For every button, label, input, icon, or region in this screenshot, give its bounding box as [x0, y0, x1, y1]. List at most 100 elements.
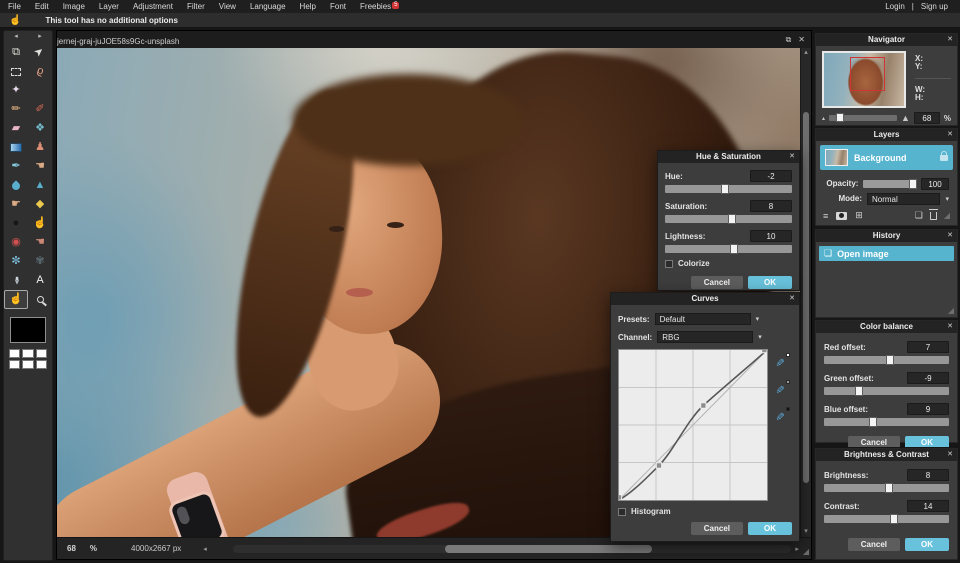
close-icon[interactable]: ✕ — [947, 34, 953, 46]
lightness-slider[interactable] — [665, 245, 792, 253]
hand-tool[interactable]: ☝ — [4, 290, 28, 309]
navigator-thumbnail[interactable] — [822, 51, 906, 108]
ok-button[interactable]: OK — [905, 538, 949, 551]
point-tool[interactable]: ☝ — [28, 214, 52, 233]
flower-tool[interactable]: ✾ — [28, 252, 52, 271]
hand-red-tool[interactable]: ☚ — [28, 233, 52, 252]
navigator-viewport-rect[interactable] — [850, 57, 885, 91]
move-tool[interactable]: ➤ — [28, 43, 52, 62]
red-eye-tool[interactable]: ◉ — [4, 233, 28, 252]
stamp-tool[interactable]: ♟ — [28, 138, 52, 157]
scroll-left-icon[interactable]: ◂ — [203, 545, 207, 553]
menu-item-adjustment[interactable]: Adjustment — [133, 2, 173, 11]
magic-wand-tool[interactable]: ✦ — [4, 81, 28, 100]
menu-item-font[interactable]: Font — [330, 2, 346, 11]
blend-mode-select[interactable]: Normal — [867, 193, 940, 205]
burn-tool[interactable]: ● — [4, 214, 28, 233]
cancel-button[interactable]: Cancel — [691, 522, 743, 535]
red-offset-thumb[interactable] — [886, 355, 894, 365]
cancel-button[interactable]: Cancel — [848, 538, 900, 551]
toolbar-expand-icon[interactable]: ▸ — [28, 31, 52, 43]
navigator-zoom-value[interactable]: 68 — [914, 112, 940, 124]
menu-item-freebies[interactable]: Freebies5 — [360, 2, 399, 12]
chevron-down-icon[interactable]: ▾ — [758, 333, 762, 341]
swatch[interactable] — [22, 360, 33, 369]
ok-button[interactable]: OK — [748, 276, 792, 289]
hue-slider-thumb[interactable] — [721, 184, 729, 194]
close-icon[interactable]: ✕ — [789, 293, 795, 305]
delete-layer-icon[interactable] — [930, 212, 937, 220]
cancel-button[interactable]: Cancel — [691, 276, 743, 289]
blue-offset-value[interactable]: 9 — [907, 403, 949, 415]
lock-icon[interactable] — [940, 155, 948, 161]
colorize-checkbox[interactable] — [665, 260, 673, 268]
ok-button[interactable]: OK — [748, 522, 792, 535]
close-icon[interactable]: ✕ — [947, 449, 953, 461]
zoom-tool[interactable] — [28, 290, 52, 309]
zoom-out-icon[interactable]: ▴ — [822, 115, 825, 122]
green-offset-thumb[interactable] — [855, 386, 863, 396]
smudge-hand-tool[interactable]: ☚ — [28, 157, 52, 176]
menu-item-help[interactable]: Help — [300, 2, 316, 11]
login-link[interactable]: Login — [885, 2, 905, 11]
new-layer-icon[interactable]: ❏ — [915, 210, 923, 221]
swatch[interactable] — [36, 360, 47, 369]
zoom-in-icon[interactable]: ▲ — [901, 113, 910, 123]
histogram-checkbox[interactable] — [618, 508, 626, 516]
resize-grip-icon[interactable]: ◢ — [803, 547, 809, 556]
gradient-tool[interactable] — [4, 138, 28, 157]
scroll-down-icon[interactable]: ▾ — [801, 527, 811, 537]
menu-item-filter[interactable]: Filter — [187, 2, 205, 11]
navigator-zoom-slider[interactable] — [829, 115, 897, 121]
lightness-value[interactable]: 10 — [750, 230, 792, 242]
pencil-tool[interactable]: ✏ — [4, 100, 28, 119]
chevron-down-icon[interactable]: ▾ — [756, 315, 760, 323]
hue-slider[interactable] — [665, 185, 792, 193]
snowflake-tool[interactable]: ✼ — [4, 252, 28, 271]
eyedropper-tool[interactable]: ✒ — [4, 271, 28, 290]
layer-mask-icon[interactable] — [836, 212, 847, 220]
history-item-open-image[interactable]: ❏ Open image — [819, 246, 954, 261]
red-offset-value[interactable]: 7 — [907, 341, 949, 353]
menu-item-view[interactable]: View — [219, 2, 236, 11]
resize-grip-icon[interactable]: ◢ — [948, 306, 954, 315]
horizontal-scroll-thumb[interactable] — [445, 545, 652, 553]
green-offset-value[interactable]: -9 — [907, 372, 949, 384]
close-icon[interactable]: ✕ — [947, 321, 953, 333]
white-point-dropper[interactable]: ✎ — [775, 353, 790, 368]
brightness-slider[interactable] — [824, 484, 949, 492]
brightness-value[interactable]: 8 — [907, 469, 949, 481]
blue-offset-thumb[interactable] — [869, 417, 877, 427]
menu-item-image[interactable]: Image — [63, 2, 85, 11]
saturation-slider[interactable] — [665, 215, 792, 223]
opacity-slider-thumb[interactable] — [909, 179, 917, 189]
black-point-dropper[interactable]: ✎ — [775, 407, 790, 422]
eraser-tool[interactable]: ▰ — [4, 119, 28, 138]
close-icon[interactable]: ✕ — [947, 129, 953, 141]
saturation-value[interactable]: 8 — [750, 200, 792, 212]
saturation-slider-thumb[interactable] — [728, 214, 736, 224]
navigator-zoom-thumb[interactable] — [836, 113, 844, 122]
menu-item-edit[interactable]: Edit — [35, 2, 49, 11]
brush-tool[interactable]: ✐ — [28, 100, 52, 119]
toolbar-collapse-icon[interactable]: ◂ — [4, 31, 28, 43]
resize-grip-icon[interactable]: ◢ — [944, 211, 950, 220]
swatch[interactable] — [36, 349, 47, 358]
healing-tool[interactable]: ✒ — [4, 157, 28, 176]
menu-item-layer[interactable]: Layer — [99, 2, 119, 11]
type-tool[interactable]: A — [28, 271, 52, 290]
brightness-thumb[interactable] — [885, 483, 893, 493]
swatch[interactable] — [22, 349, 33, 358]
scroll-up-icon[interactable]: ▴ — [801, 48, 811, 58]
patch-tool[interactable]: ❖ — [28, 119, 52, 138]
blue-offset-slider[interactable] — [824, 418, 949, 426]
layer-row-background[interactable]: Background — [820, 145, 953, 170]
horizontal-scrollbar[interactable] — [233, 545, 792, 553]
scroll-right-icon[interactable]: ▸ — [795, 545, 799, 553]
vertical-scrollbar[interactable]: ▴ ▾ — [800, 48, 811, 537]
gray-point-dropper[interactable]: ✎ — [775, 380, 790, 395]
hue-value[interactable]: -2 — [750, 170, 792, 182]
layer-styles-icon[interactable]: ≡ — [823, 211, 828, 221]
marquee-tool[interactable] — [4, 62, 28, 81]
swatch[interactable] — [9, 360, 20, 369]
